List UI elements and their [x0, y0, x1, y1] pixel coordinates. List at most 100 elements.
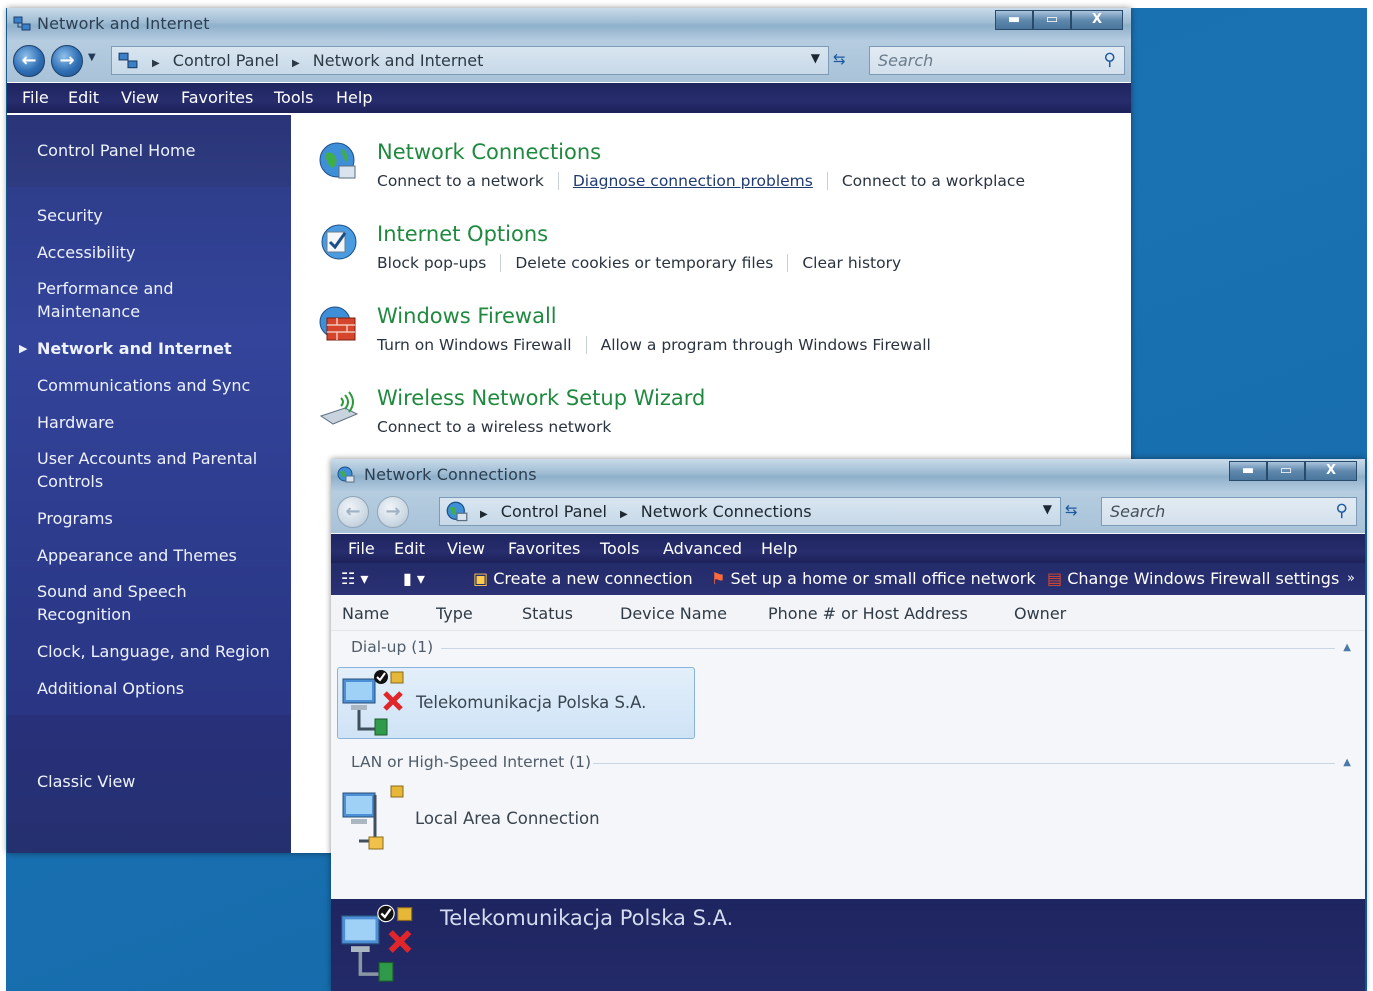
menu-favorites[interactable]: Favorites [181, 88, 253, 107]
sidebar-home-section: Control Panel Home [7, 115, 291, 187]
back-button[interactable]: ← [337, 496, 369, 528]
task-title[interactable]: Network Connections [377, 140, 601, 164]
column-phone-host[interactable]: Phone # or Host Address [768, 604, 968, 623]
maximize-button[interactable]: ▭ [1033, 10, 1071, 30]
column-device-name[interactable]: Device Name [620, 604, 727, 623]
sidebar-item-communications[interactable]: Communications and Sync [37, 374, 250, 397]
group-header-lan[interactable]: LAN or High-Speed Internet (1) [351, 753, 591, 771]
internet-options-icon[interactable] [317, 222, 361, 266]
menu-advanced[interactable]: Advanced [663, 539, 742, 558]
sidebar-item-security[interactable]: Security [37, 204, 103, 227]
menu-edit[interactable]: Edit [68, 88, 99, 107]
maximize-button[interactable]: ▭ [1267, 461, 1305, 481]
sidebar-item-accessibility[interactable]: Accessibility [37, 241, 135, 264]
menu-file[interactable]: File [348, 539, 375, 558]
close-button[interactable]: X [1305, 461, 1357, 481]
refresh-icon[interactable]: ⇆ [1065, 501, 1078, 519]
link-connect-wireless[interactable]: Connect to a wireless network [377, 418, 625, 436]
back-button[interactable]: ← [13, 45, 45, 77]
search-input[interactable]: Search ⚲ [1101, 497, 1357, 526]
connection-name-dialup[interactable]: Telekomunikacja Polska S.A. [416, 693, 646, 712]
link-diagnose-problems[interactable]: Diagnose connection problems [573, 172, 827, 190]
title-bar[interactable]: Network and Internet ▬ ▭ X [7, 8, 1131, 40]
menu-favorites[interactable]: Favorites [508, 539, 580, 558]
sidebar-item-performance[interactable]: Performance and Maintenance [37, 277, 174, 323]
sidebar-item-clock-language[interactable]: Clock, Language, and Region [37, 640, 270, 663]
details-pane: Telekomunikacja Polska S.A. [331, 899, 1365, 991]
column-type[interactable]: Type [436, 604, 473, 623]
breadcrumb: ▶ Control Panel ▶ Network Connections [480, 502, 820, 521]
column-name[interactable]: Name [342, 604, 389, 623]
search-icon[interactable]: ⚲ [1104, 50, 1116, 70]
menu-view[interactable]: View [447, 539, 485, 558]
toolbar-create-connection[interactable]: ▣ Create a new connection [473, 569, 693, 588]
link-connect-to-network[interactable]: Connect to a network [377, 172, 558, 190]
minimize-button[interactable]: ▬ [995, 10, 1033, 30]
layout-icon[interactable]: ▮ ▾ [403, 569, 425, 588]
link-turn-on-firewall[interactable]: Turn on Windows Firewall [377, 336, 586, 354]
menu-tools[interactable]: Tools [274, 88, 313, 107]
minimize-button[interactable]: ▬ [1229, 461, 1267, 481]
forward-button[interactable]: → [51, 45, 83, 77]
breadcrumb-network-and-internet[interactable]: Network and Internet [313, 51, 484, 70]
sidebar-item-user-accounts[interactable]: User Accounts and Parental Controls [37, 447, 257, 493]
history-dropdown-icon[interactable]: ▼ [88, 52, 96, 63]
views-icon[interactable]: ☷ ▾ [341, 569, 368, 588]
link-allow-program[interactable]: Allow a program through Windows Firewall [601, 336, 945, 354]
address-bar[interactable]: ▶ Control Panel ▶ Network Connections ▼ [439, 497, 1061, 526]
menu-tools[interactable]: Tools [600, 539, 639, 558]
link-delete-cookies[interactable]: Delete cookies or temporary files [515, 254, 787, 272]
menu-edit[interactable]: Edit [394, 539, 425, 558]
lan-connection-icon [342, 785, 404, 850]
task-title[interactable]: Wireless Network Setup Wizard [377, 386, 705, 410]
search-input[interactable]: Search ⚲ [869, 46, 1125, 75]
address-row: ← → ▶ Control Panel ▶ Network Connection… [331, 491, 1365, 533]
firewall-icon[interactable] [317, 304, 361, 348]
sidebar-item-programs[interactable]: Programs [37, 507, 113, 530]
search-icon[interactable]: ⚲ [1336, 501, 1348, 521]
link-connect-to-workplace[interactable]: Connect to a workplace [842, 172, 1039, 190]
breadcrumb-control-panel[interactable]: Control Panel [173, 51, 279, 70]
address-dropdown-icon[interactable]: ▼ [1043, 502, 1052, 516]
back-arrow-icon: ← [345, 501, 361, 522]
menu-help[interactable]: Help [336, 88, 372, 107]
toolbar-firewall-settings[interactable]: ▤ Change Windows Firewall settings [1047, 569, 1339, 588]
forward-button[interactable]: → [377, 496, 409, 528]
sidebar-item-network-and-internet[interactable]: Network and Internet [37, 337, 232, 360]
collapse-group-icon[interactable]: ▲ [1343, 757, 1351, 768]
group-header-dialup[interactable]: Dial-up (1) [351, 638, 433, 656]
address-bar[interactable]: ▶ Control Panel ▶ Network and Internet ▼ [111, 46, 829, 75]
breadcrumb-network-connections[interactable]: Network Connections [641, 502, 812, 521]
refresh-icon[interactable]: ⇆ [833, 50, 846, 68]
globe-network-icon[interactable] [317, 140, 361, 184]
address-dropdown-icon[interactable]: ▼ [811, 51, 820, 65]
menu-view[interactable]: View [121, 88, 159, 107]
link-clear-history[interactable]: Clear history [802, 254, 915, 272]
collapse-group-icon[interactable]: ▲ [1343, 642, 1351, 653]
toolbar-overflow-icon[interactable]: » [1347, 571, 1355, 586]
column-headers: Name Type Status Device Name Phone # or … [331, 596, 1365, 631]
wireless-icon[interactable] [317, 386, 361, 430]
sidebar-item-sound-speech[interactable]: Sound and Speech Recognition [37, 580, 187, 626]
sidebar-item-hardware[interactable]: Hardware [37, 411, 114, 434]
task-title[interactable]: Internet Options [377, 222, 548, 246]
breadcrumb-control-panel[interactable]: Control Panel [501, 502, 607, 521]
command-toolbar: ☷ ▾ ▮ ▾ ▣ Create a new connection ⚑ Set … [331, 563, 1365, 595]
column-owner[interactable]: Owner [1014, 604, 1066, 623]
chevron-right-icon: ▶ [291, 58, 300, 69]
sidebar-item-additional-options[interactable]: Additional Options [37, 677, 184, 700]
link-block-popups[interactable]: Block pop-ups [377, 254, 500, 272]
menu-help[interactable]: Help [761, 539, 797, 558]
toolbar-setup-network[interactable]: ⚑ Set up a home or small office network [711, 569, 1036, 588]
sidebar-item-control-panel-home[interactable]: Control Panel Home [37, 139, 195, 162]
sidebar-item-classic-view[interactable]: Classic View [37, 770, 135, 793]
sidebar-item-appearance[interactable]: Appearance and Themes [37, 544, 237, 567]
close-button[interactable]: X [1071, 10, 1123, 30]
column-status[interactable]: Status [522, 604, 573, 623]
task-title[interactable]: Windows Firewall [377, 304, 557, 328]
connection-name-lan[interactable]: Local Area Connection [415, 809, 600, 828]
menu-file[interactable]: File [22, 88, 49, 107]
forward-arrow-icon: → [385, 501, 401, 522]
firewall-icon: ▤ [1047, 569, 1063, 588]
title-bar[interactable]: Network Connections ▬ ▭ X [331, 459, 1365, 491]
